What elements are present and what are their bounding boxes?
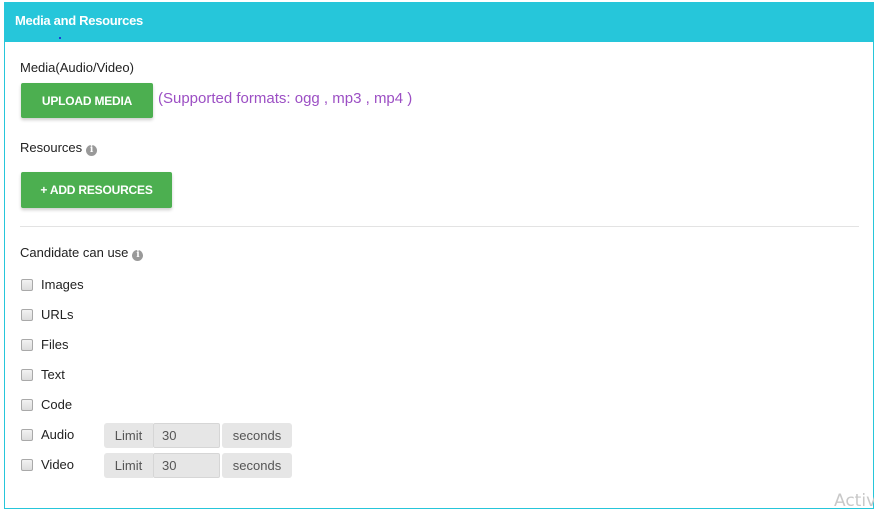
supported-formats-text: (Supported formats: ogg , mp3 , mp4 ) (158, 90, 413, 107)
section-divider (20, 226, 859, 227)
files-checkbox[interactable] (21, 339, 33, 351)
option-images[interactable]: Images (21, 274, 84, 294)
candidate-label-text: Candidate can use (20, 245, 129, 260)
option-video[interactable]: Video (21, 454, 74, 474)
files-label: Files (41, 336, 69, 352)
panel-header: Media and Resources (4, 2, 874, 42)
images-checkbox[interactable] (21, 279, 33, 291)
video-limit-group: Limit seconds (104, 453, 292, 478)
info-icon[interactable]: i (132, 250, 144, 261)
images-label: Images (41, 276, 84, 292)
text-label: Text (41, 366, 65, 382)
audio-label: Audio (41, 426, 75, 442)
resources-label: Resources i (20, 140, 98, 156)
audio-checkbox[interactable] (21, 429, 33, 441)
audio-limit-input[interactable] (153, 423, 220, 448)
code-checkbox[interactable] (21, 399, 33, 411)
info-icon[interactable]: i (86, 145, 98, 156)
media-resources-panel: Media and Resources Media(Audio/Video) U… (4, 2, 874, 509)
option-files[interactable]: Files (21, 334, 68, 354)
video-checkbox[interactable] (21, 459, 33, 471)
audio-seconds-label: seconds (222, 423, 292, 448)
option-text[interactable]: Text (21, 364, 65, 384)
activation-watermark: Activ (834, 491, 874, 511)
stray-dot (59, 37, 61, 39)
text-checkbox[interactable] (21, 369, 33, 381)
code-label: Code (41, 396, 73, 412)
audio-limit-group: Limit seconds (104, 423, 292, 448)
option-audio[interactable]: Audio (21, 424, 74, 444)
video-label: Video (41, 456, 75, 472)
audio-limit-label: Limit (104, 423, 153, 448)
media-label: Media(Audio/Video) (20, 60, 134, 75)
panel-title: Media and Resources (15, 13, 143, 28)
video-limit-input[interactable] (153, 453, 220, 478)
upload-media-button[interactable]: UPLOAD MEDIA (21, 83, 153, 118)
candidate-can-use-label: Candidate can use i (20, 245, 144, 261)
option-code[interactable]: Code (21, 394, 72, 414)
urls-label: URLs (41, 306, 74, 322)
add-resources-button[interactable]: + ADD RESOURCES (21, 172, 172, 208)
video-limit-label: Limit (104, 453, 153, 478)
resources-label-text: Resources (20, 140, 83, 155)
option-urls[interactable]: URLs (21, 304, 74, 324)
urls-checkbox[interactable] (21, 309, 33, 321)
video-seconds-label: seconds (222, 453, 292, 478)
